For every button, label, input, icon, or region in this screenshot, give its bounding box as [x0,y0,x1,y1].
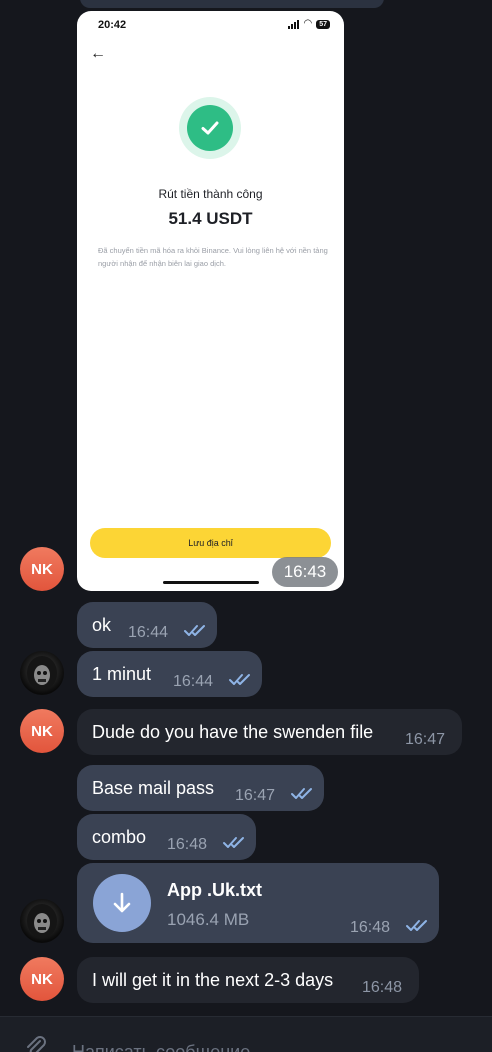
success-check-icon [179,97,241,159]
message-bubble[interactable]: 1 minut 16:44 [77,651,262,697]
message-time: 16:44 [173,673,214,690]
photo-message[interactable]: 20:42 ◠ 57 ← Rút tiền thành công 51.4 US… [77,11,344,591]
read-ticks-icon [291,788,312,799]
message-text: Dude do you have the swenden file [92,722,374,742]
avatar-initials: NK [31,560,53,578]
avatar-initials: NK [31,970,53,988]
avatar-hooded[interactable] [20,899,64,943]
file-name: App .Uk.txt [167,880,263,900]
message-input-bar [0,1016,492,1052]
save-address-button: Lưu địa chỉ [90,528,331,558]
message-time: 16:44 [128,624,169,641]
message-input[interactable] [72,1037,452,1052]
phone-back-arrow-icon: ← [90,45,106,62]
hooded-figure-icon [27,904,57,938]
photo-timestamp: 16:43 [272,557,338,587]
message-text: Base mail pass [92,778,215,798]
message-bubble[interactable]: I will get it in the next 2-3 days 16:48 [77,957,419,1003]
avatar-nk[interactable]: NK [20,957,64,1001]
read-ticks-icon [184,625,205,636]
phone-status-icons: ◠ 57 [288,19,330,29]
avatar-nk[interactable]: NK [20,547,64,591]
wifi-icon: ◠ [303,18,313,29]
message-text: ok [92,615,112,635]
battery-icon: 57 [316,19,330,29]
message-bubble[interactable]: Base mail pass 16:47 [77,765,324,811]
signal-icon [288,19,300,29]
message-bubble[interactable]: ok 16:44 [77,602,217,648]
read-ticks-icon [406,920,427,931]
download-arrow-icon [113,892,131,913]
message-time: 16:48 [167,836,208,853]
download-button[interactable] [93,874,151,932]
message-time: 16:47 [405,731,446,748]
previous-message-stub [80,0,384,8]
message-bubble[interactable]: Dude do you have the swenden file 16:47 [77,709,462,755]
message-text: combo [92,827,147,847]
message-time: 16:47 [235,787,276,804]
file-size: 1046.4 MB [167,910,250,929]
withdraw-description: Đã chuyển tiền mã hóa ra khỏi Binance. V… [98,246,328,268]
avatar-nk[interactable]: NK [20,709,64,753]
message-bubble[interactable]: combo 16:48 [77,814,256,860]
read-ticks-icon [223,837,244,848]
message-text: I will get it in the next 2-3 days [92,970,334,990]
message-time: 16:48 [350,919,391,936]
read-ticks-icon [229,674,250,685]
message-text: 1 minut [92,664,152,684]
withdraw-success-title: Rút tiền thành công [158,187,263,201]
avatar-initials: NK [31,722,53,740]
attach-paperclip-icon[interactable] [22,1033,48,1052]
message-time: 16:48 [362,979,403,996]
chat-history[interactable]: 20:42 ◠ 57 ← Rút tiền thành công 51.4 US… [0,0,492,1016]
avatar-hooded[interactable] [20,651,64,695]
phone-home-indicator [163,581,259,584]
file-message-bubble[interactable]: App .Uk.txt 1046.4 MB 16:48 [77,863,439,943]
phone-status-time: 20:42 [98,19,127,31]
hooded-figure-icon [27,656,57,690]
phone-status-bar: 20:42 ◠ 57 [77,11,344,39]
withdraw-amount: 51.4 USDT [168,209,253,228]
